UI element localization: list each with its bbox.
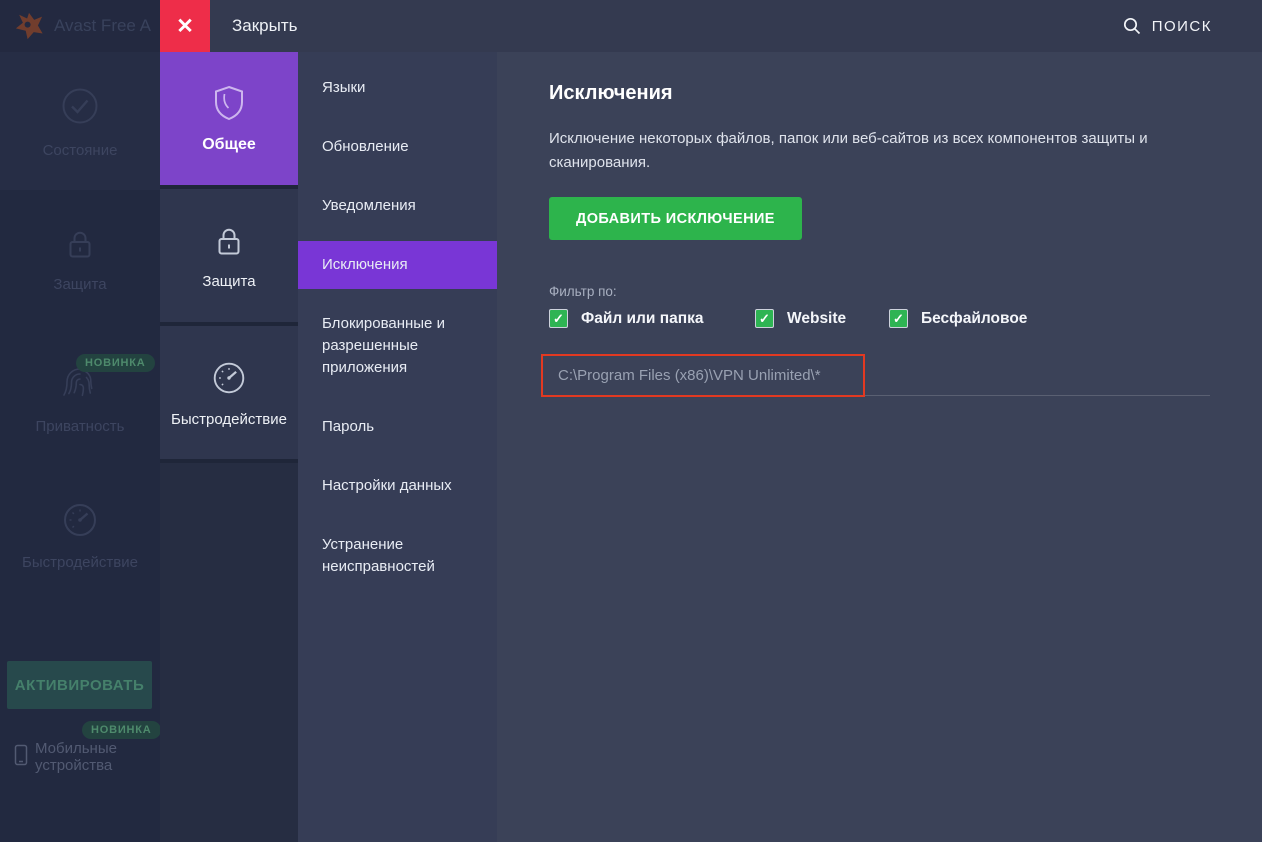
sidebar-item-performance[interactable]: Быстродействие	[0, 466, 160, 604]
sidebar-item-label: Защита	[53, 276, 106, 293]
check-icon: ✓	[553, 311, 564, 327]
settings-tab-label: Быстродействие	[171, 411, 287, 428]
close-label[interactable]: Закрыть	[232, 16, 297, 36]
settings-tab-performance[interactable]: Быстродействие	[160, 326, 298, 459]
search-label: ПОИСК	[1152, 18, 1212, 35]
check-icon: ✓	[759, 311, 770, 327]
close-button[interactable]: ✕	[160, 0, 210, 52]
menu-item-languages[interactable]: Языки	[298, 77, 497, 99]
speedometer-icon	[59, 499, 101, 541]
shield-icon	[209, 83, 249, 123]
check-icon: ✓	[893, 311, 904, 327]
menu-item-blocked-allowed-apps[interactable]: Блокированные и разрешенные приложения	[298, 313, 497, 379]
status-check-icon	[57, 83, 103, 129]
page-title: Исключения	[549, 82, 1210, 105]
lock-icon	[210, 222, 248, 260]
avast-logo-icon	[14, 11, 44, 41]
settings-tab-protection[interactable]: Защита	[160, 189, 298, 322]
titlebar: Avast Free A ✕ Закрыть ПОИСК	[0, 0, 1262, 52]
sidebar-item-label: Приватность	[36, 418, 125, 435]
menu-item-data-settings[interactable]: Настройки данных	[298, 475, 497, 497]
search-button[interactable]: ПОИСК	[1122, 16, 1212, 36]
add-exclusion-button[interactable]: ДОБАВИТЬ ИСКЛЮЧЕНИЕ	[549, 197, 802, 240]
exclusion-row	[541, 354, 1210, 397]
main-sidebar: Состояние Защита НОВИНКА Приватность	[0, 52, 160, 842]
sidebar-item-label: Быстродействие	[22, 554, 138, 571]
sidebar-item-status[interactable]: Состояние	[0, 52, 160, 190]
sidebar-item-protection[interactable]: Защита	[0, 190, 160, 328]
menu-item-update[interactable]: Обновление	[298, 136, 497, 158]
settings-tab-label: Защита	[202, 273, 255, 290]
menu-item-troubleshooting[interactable]: Устранение неисправностей	[298, 534, 497, 578]
settings-nav-filler	[160, 463, 298, 842]
sidebar-item-mobile-devices[interactable]: Мобильные устройства	[14, 740, 145, 774]
filter-checkbox-row: ✓ Файл или папка ✓ Website ✓ Бесфайловое	[549, 309, 1210, 328]
filter-by-label: Фильтр по:	[549, 284, 1210, 299]
menu-item-exclusions[interactable]: Исключения	[298, 241, 497, 289]
activate-button[interactable]: АКТИВИРОВАТЬ	[7, 661, 152, 709]
checkbox-label: Website	[787, 310, 846, 328]
sidebar-item-label: Состояние	[43, 142, 118, 159]
checkbox-website[interactable]: ✓ Website	[755, 309, 889, 328]
menu-item-password[interactable]: Пароль	[298, 416, 497, 438]
sidebar-bottom: АКТИВИРОВАТЬ НОВИНКА Мобильные устройств…	[0, 652, 160, 842]
checkbox-checked-icon[interactable]: ✓	[549, 309, 568, 328]
checkbox-file-or-folder[interactable]: ✓ Файл или папка	[549, 309, 755, 328]
checkbox-checked-icon[interactable]: ✓	[889, 309, 908, 328]
settings-tab-label: Общее	[202, 136, 256, 154]
exclusion-row-underline	[865, 354, 1210, 396]
app-title: Avast Free A	[54, 16, 151, 36]
lock-icon	[61, 225, 99, 263]
new-badge: НОВИНКА	[82, 721, 161, 739]
avast-settings-window: Avast Free A ✕ Закрыть ПОИСК Состояние	[0, 0, 1262, 842]
settings-tab-general[interactable]: Общее	[160, 52, 298, 185]
checkbox-checked-icon[interactable]: ✓	[755, 309, 774, 328]
sidebar-item-label: Мобильные устройства	[35, 740, 145, 774]
mobile-phone-icon	[14, 744, 28, 766]
new-badge: НОВИНКА	[76, 354, 155, 372]
sidebar-item-privacy[interactable]: НОВИНКА Приватность	[0, 328, 160, 466]
page-description: Исключение некоторых файлов, папок или в…	[549, 127, 1217, 175]
speedometer-icon	[209, 358, 249, 398]
search-icon	[1122, 16, 1142, 36]
exclusions-panel: Исключения Исключение некоторых файлов, …	[497, 52, 1262, 842]
app-logo-zone: Avast Free A	[0, 0, 160, 52]
close-icon: ✕	[176, 14, 194, 39]
checkbox-label: Бесфайловое	[921, 310, 1027, 328]
checkbox-fileless[interactable]: ✓ Бесфайловое	[889, 309, 1027, 328]
settings-category-nav: Общее Защита Быстродействие	[160, 52, 298, 842]
checkbox-label: Файл или папка	[581, 310, 703, 328]
exclusion-path-input[interactable]	[541, 354, 865, 397]
menu-item-notifications[interactable]: Уведомления	[298, 195, 497, 217]
settings-menu: Языки Обновление Уведомления Исключения …	[298, 52, 497, 842]
